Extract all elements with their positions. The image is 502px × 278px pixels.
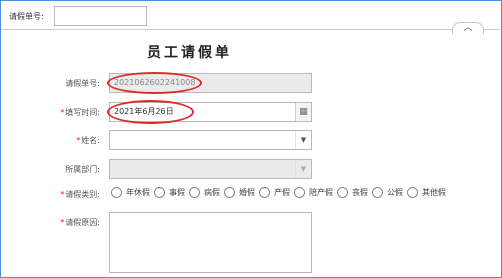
radio-label: 婚假 [239,188,255,197]
radio-circle-icon[interactable] [111,187,122,198]
reason-label: *请假原因: [20,217,100,228]
leave-no-value: 2021062602241008 [114,78,196,87]
leave-type-radio-group: 年休假 事假 病假 婚假 产假 陪产假 丧假 公假 其他假 [111,187,450,198]
reason-label-text: 请假原因: [65,218,100,227]
required-mark: * [60,190,65,199]
collapse-button[interactable]: ︿ [452,22,484,34]
radio-circle-icon[interactable] [372,187,383,198]
radio-circle-icon[interactable] [189,187,200,198]
chevron-down-icon: ▼ [295,160,311,178]
divider [1,29,500,30]
radio-label: 事假 [169,188,185,197]
fill-time-label-text: 填写时间: [65,108,100,117]
required-mark: * [60,218,65,227]
leave-type-label: *请假类别: [20,189,100,200]
radio-circle-icon[interactable] [337,187,348,198]
top-leave-no-input[interactable] [54,6,147,26]
leave-type-label-text: 请假类别: [65,190,100,199]
department-select: ▼ [109,159,312,179]
form-title: 员工请假单 [147,45,232,61]
leave-no-field: 2021062602241008 [109,73,312,93]
radio-circle-icon[interactable] [224,187,235,198]
chevron-up-icon: ︿ [463,23,473,33]
radio-label: 丧假 [352,188,368,197]
radio-annual-leave[interactable]: 年休假 [111,187,150,198]
required-mark: * [76,136,81,145]
department-label-text: 所属部门: [65,165,100,174]
radio-label: 其他假 [422,188,446,197]
department-label: 所属部门: [20,164,100,175]
leave-no-label-text: 请假单号: [65,79,100,88]
radio-label: 病假 [204,188,220,197]
radio-sick-leave[interactable]: 病假 [189,187,220,198]
radio-circle-icon[interactable] [259,187,270,198]
fill-time-field[interactable]: 2021年6月26日 ▦ [109,102,312,122]
radio-maternity-leave[interactable]: 产假 [259,187,290,198]
radio-other-leave[interactable]: 其他假 [407,187,446,198]
radio-bereavement-leave[interactable]: 丧假 [337,187,368,198]
radio-label: 陪产假 [309,188,333,197]
name-label-text: 姓名: [81,136,100,145]
fill-time-label: *填写时间: [20,107,100,118]
fill-time-value: 2021年6月26日 [114,107,174,116]
name-label: *姓名: [20,135,100,146]
radio-paternity-leave[interactable]: 陪产假 [294,187,333,198]
radio-circle-icon[interactable] [154,187,165,198]
required-mark: * [60,108,65,117]
radio-circle-icon[interactable] [407,187,418,198]
name-select[interactable]: ▼ [109,130,312,150]
chevron-down-icon[interactable]: ▼ [295,131,311,149]
calendar-icon[interactable]: ▦ [295,103,311,121]
radio-label: 产假 [274,188,290,197]
search-bar: 请假单号: [1,1,499,29]
radio-label: 公假 [387,188,403,197]
radio-personal-leave[interactable]: 事假 [154,187,185,198]
reason-textarea[interactable] [109,212,312,273]
leave-no-label: 请假单号: [20,78,100,89]
radio-marriage-leave[interactable]: 婚假 [224,187,255,198]
radio-circle-icon[interactable] [294,187,305,198]
top-leave-no-label: 请假单号: [9,12,44,21]
radio-label: 年休假 [126,188,150,197]
radio-official-leave[interactable]: 公假 [372,187,403,198]
